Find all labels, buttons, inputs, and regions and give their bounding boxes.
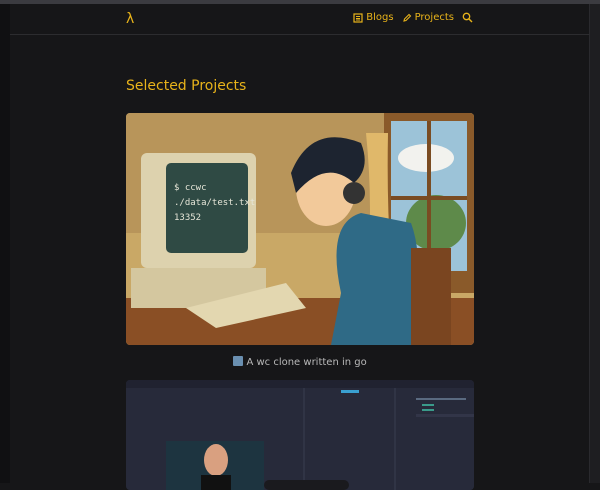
nav-blogs-label: Blogs	[366, 12, 394, 23]
project-image-wc-clone[interactable]: $ ccwc ./data/test.txt 13352	[126, 113, 474, 345]
nav-projects-label: Projects	[414, 12, 454, 23]
pencil-icon	[402, 13, 412, 23]
screen-line: 13352	[174, 213, 202, 223]
screen-line: ./data/test.txt	[174, 198, 256, 208]
project-caption-text: A wc clone written in go	[246, 357, 367, 368]
nav-blogs[interactable]: Blogs	[353, 12, 394, 23]
nav-projects[interactable]: Projects	[402, 12, 454, 23]
main-nav: Blogs Projects	[353, 12, 473, 23]
newspaper-icon	[353, 12, 363, 23]
screen-line: $ ccwc	[174, 183, 207, 193]
search-icon	[462, 12, 473, 23]
project-caption: A wc clone written in go	[126, 356, 474, 368]
numbers-emoji-icon	[233, 356, 244, 366]
left-edge	[0, 4, 10, 483]
project-image-2[interactable]	[126, 380, 474, 490]
site-header: λ Blogs Projects	[10, 4, 590, 35]
scrollbar[interactable]	[589, 4, 600, 483]
search-button[interactable]	[462, 12, 473, 23]
site-logo[interactable]: λ	[126, 11, 134, 27]
page-title: Selected Projects	[126, 78, 247, 94]
